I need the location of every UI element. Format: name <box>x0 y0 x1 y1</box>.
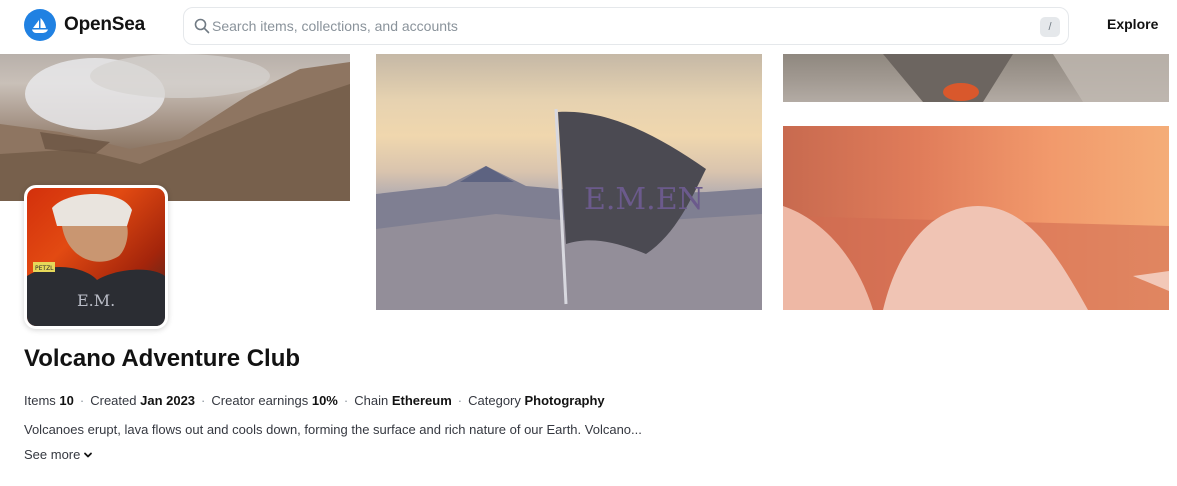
banner-image-flag-summit: E.M.EN <box>376 54 762 310</box>
search-icon <box>194 18 210 34</box>
avatar-photo: PETZL E.M. <box>27 188 165 326</box>
stat-creator-earnings-label: Creator earnings <box>211 393 309 408</box>
brand-name: OpenSea <box>64 14 145 35</box>
stat-separator: · <box>343 393 349 408</box>
avatar-shirt-text: E.M. <box>77 291 115 310</box>
flag-lettering: E.M.EN <box>584 182 704 217</box>
top-header: OpenSea / Explore <box>0 0 1177 52</box>
boat-logo-icon <box>24 9 56 41</box>
banner-image-volcano-crater <box>0 54 350 201</box>
search-input[interactable] <box>212 8 1012 44</box>
stat-separator: · <box>457 393 463 408</box>
stat-category-value: Photography <box>524 393 605 408</box>
collection-stats: Items 10 · Created Jan 2023 · Creator earnin… <box>24 393 605 408</box>
search-shortcut-key: / <box>1040 17 1060 37</box>
banner-image-tents-sunrise <box>783 126 1169 310</box>
chevron-down-icon <box>84 452 93 457</box>
nav-explore-link[interactable]: Explore <box>1107 16 1158 32</box>
collection-description: Volcanoes erupt, lava flows out and cool… <box>24 422 642 437</box>
search-bar[interactable]: / <box>183 7 1069 45</box>
opensea-logo[interactable]: OpenSea <box>24 9 145 41</box>
stat-items-label: Items <box>24 393 56 408</box>
banner-image-lava-crater <box>783 54 1169 102</box>
stat-created-value: Jan 2023 <box>140 393 196 408</box>
stat-chain-label: Chain <box>354 393 389 408</box>
avatar-tag-text: PETZL <box>35 265 54 272</box>
stat-separator: · <box>201 393 206 408</box>
stat-chain-value: Ethereum <box>391 393 452 408</box>
stat-separator: · <box>79 393 85 408</box>
collection-avatar: PETZL E.M. <box>24 185 168 329</box>
stat-created-label: Created <box>90 393 137 408</box>
stat-creator-earnings-value: 10% <box>311 393 338 408</box>
see-more-button[interactable]: See more <box>24 447 93 462</box>
see-more-label: See more <box>24 447 81 462</box>
stat-items-value: 10 <box>59 393 74 408</box>
collection-title: Volcano Adventure Club <box>24 345 301 372</box>
stat-category-label: Category <box>468 393 521 408</box>
